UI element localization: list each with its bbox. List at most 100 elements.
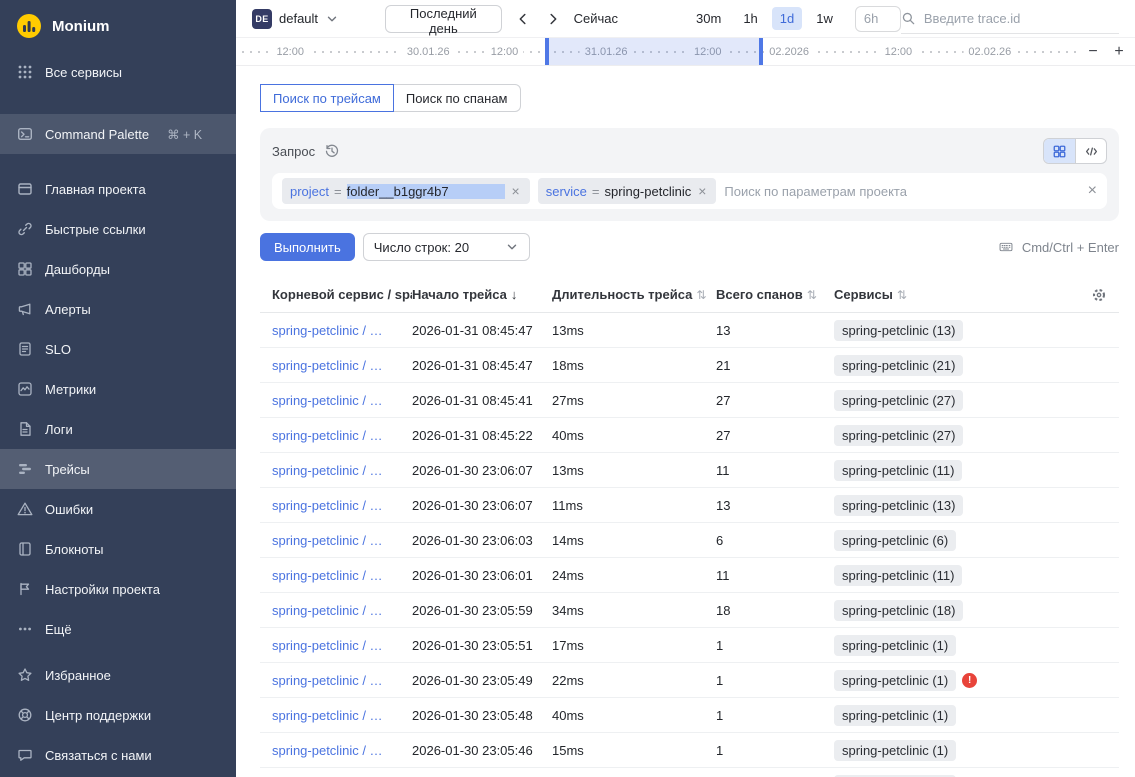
timeline-selection[interactable]	[547, 38, 761, 65]
trace-link[interactable]: spring-petclinic / …	[272, 428, 412, 443]
column-header[interactable]: Начало трейса	[412, 287, 552, 302]
query-history-button[interactable]	[324, 143, 340, 159]
trace-start-time: 2026-01-30 23:06:07	[412, 463, 552, 478]
service-badge: spring-petclinic (1)	[834, 635, 956, 656]
time-range-button[interactable]: 1h	[735, 7, 765, 30]
remove-filter-icon[interactable]: ×	[510, 182, 522, 200]
timeline-zoom-out-button[interactable]: −	[1083, 42, 1103, 62]
sidebar-item[interactable]: Ещё	[0, 609, 236, 649]
sidebar-footer: Избранное Центр поддержки Связаться с на…	[0, 655, 236, 777]
sidebar-item[interactable]: Логи	[0, 409, 236, 449]
sort-toggle-icon	[696, 287, 706, 302]
filter-param-input[interactable]	[724, 184, 1079, 199]
trace-duration: 13ms	[552, 463, 716, 478]
trace-link[interactable]: spring-petclinic / …	[272, 393, 412, 408]
sidebar-item[interactable]: Трейсы	[0, 449, 236, 489]
trace-link[interactable]: spring-petclinic / …	[272, 533, 412, 548]
error-icon	[962, 673, 977, 688]
clear-filters-icon[interactable]: ×	[1088, 183, 1097, 199]
table-row: spring-petclinic / … 2026-01-30 23:06:07…	[260, 453, 1119, 488]
table-row: spring-petclinic / … 2026-01-30 23:05:51…	[260, 628, 1119, 663]
remove-filter-icon[interactable]: ×	[696, 182, 708, 200]
sidebar-item-label: Дашборды	[45, 262, 110, 277]
table-settings-gear-icon[interactable]	[1091, 287, 1107, 303]
builder-view-button[interactable]	[1044, 139, 1075, 163]
support-icon	[17, 707, 33, 723]
contact-icon	[17, 747, 33, 763]
sidebar-item-all-services[interactable]: Все сервисы	[0, 52, 236, 92]
custom-range-input[interactable]	[855, 6, 901, 32]
column-header[interactable]: Сервисы	[834, 287, 1075, 302]
trace-link[interactable]: spring-petclinic / …	[272, 743, 412, 758]
sidebar-item[interactable]: Блокноты	[0, 529, 236, 569]
search-mode-tab[interactable]: Поиск по спанам	[394, 84, 521, 112]
trace-link[interactable]: spring-petclinic / …	[272, 358, 412, 373]
filter-chip[interactable]: project = folder__b1ggr4b7 ×	[282, 178, 530, 204]
brand[interactable]: Monium	[0, 0, 236, 52]
project-home-icon	[17, 181, 33, 197]
trace-duration: 22ms	[552, 673, 716, 688]
timeline-tick-label: 12:00	[880, 46, 918, 58]
time-range-button[interactable]: 1w	[808, 7, 841, 30]
service-badge: spring-petclinic (21)	[834, 355, 963, 376]
trace-link[interactable]: spring-petclinic / …	[272, 708, 412, 723]
trace-start-time: 2026-01-30 23:05:48	[412, 708, 552, 723]
trace-search-input[interactable]	[924, 11, 1119, 26]
code-view-button[interactable]	[1075, 139, 1106, 163]
timeline-zoom-in-button[interactable]: +	[1109, 42, 1129, 62]
logs-icon	[17, 421, 33, 437]
timeline-tick-label: 12:00	[271, 46, 309, 58]
timeline-tick-label: 02.02.26	[963, 46, 1016, 58]
now-button[interactable]: Сейчас	[574, 11, 618, 26]
filter-chip[interactable]: service = spring-petclinic ×	[538, 178, 717, 204]
period-next-button[interactable]	[540, 6, 566, 32]
sidebar-item[interactable]: Настройки проекта	[0, 569, 236, 609]
service-badge: spring-petclinic (1)	[834, 705, 956, 726]
sort-toggle-icon	[897, 287, 907, 302]
filter-operator: =	[592, 184, 600, 199]
trace-start-time: 2026-01-30 23:05:59	[412, 603, 552, 618]
sidebar-footer-item[interactable]: Центр поддержки	[0, 695, 236, 735]
trace-link[interactable]: spring-petclinic / …	[272, 568, 412, 583]
search-mode-tab[interactable]: Поиск по трейсам	[260, 84, 394, 112]
sidebar-item[interactable]: Главная проекта	[0, 169, 236, 209]
trace-link[interactable]: spring-petclinic / …	[272, 638, 412, 653]
column-header[interactable]: Длительность трейса	[552, 287, 716, 302]
trace-span-count: 1	[716, 673, 834, 688]
chevron-right-icon	[545, 11, 561, 27]
sidebar-footer-item[interactable]: Связаться с нами	[0, 735, 236, 775]
query-panel: Запрос projec	[260, 128, 1119, 221]
sidebar-item-command-palette[interactable]: Command Palette ⌘ + K	[0, 114, 236, 154]
sidebar-item-label: Связаться с нами	[45, 748, 152, 763]
table-row: spring-petclinic / … 2026-01-30 23:05:48…	[260, 698, 1119, 733]
trace-link[interactable]: spring-petclinic / …	[272, 498, 412, 513]
trace-link[interactable]: spring-petclinic / …	[272, 463, 412, 478]
errors-icon	[17, 501, 33, 517]
sidebar-item[interactable]: Быстрые ссылки	[0, 209, 236, 249]
rows-count-select[interactable]: Число строк: 20	[363, 233, 530, 261]
run-query-button[interactable]: Выполнить	[260, 233, 355, 261]
column-header[interactable]: Всего спанов	[716, 287, 834, 302]
period-button[interactable]: Последний день	[385, 5, 502, 33]
time-range-button[interactable]: 30m	[688, 7, 729, 30]
sidebar-item[interactable]: Ошибки	[0, 489, 236, 529]
sidebar-item[interactable]: Дашборды	[0, 249, 236, 289]
project-switcher[interactable]: DE default	[252, 9, 339, 29]
trace-duration: 15ms	[552, 743, 716, 758]
period-prev-button[interactable]	[510, 6, 536, 32]
column-header[interactable]: Корневой сервис / spa	[272, 287, 412, 302]
timeline-ruler[interactable]: 12:00 30.01.26 12:00 31.01.26 12:00 02.2…	[236, 38, 1135, 66]
trace-link[interactable]: spring-petclinic / …	[272, 603, 412, 618]
all-services-grid-icon	[17, 64, 33, 80]
sidebar-item[interactable]: Метрики	[0, 369, 236, 409]
sidebar-item[interactable]: Алерты	[0, 289, 236, 329]
trace-link[interactable]: spring-petclinic / …	[272, 673, 412, 688]
sidebar-item[interactable]: SLO	[0, 329, 236, 369]
time-range-button[interactable]: 1d	[772, 7, 802, 30]
trace-duration: 40ms	[552, 428, 716, 443]
sidebar-footer-item[interactable]: Избранное	[0, 655, 236, 695]
service-badge: spring-petclinic (13)	[834, 320, 963, 341]
sidebar-item-label: Логи	[45, 422, 73, 437]
trace-link[interactable]: spring-petclinic / …	[272, 323, 412, 338]
project-name: default	[279, 11, 318, 26]
